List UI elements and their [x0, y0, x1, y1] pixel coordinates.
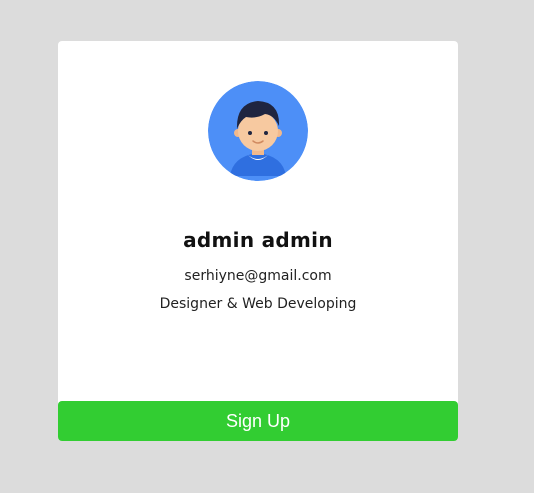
- profile-email: serhiyne@gmail.com: [184, 268, 332, 284]
- profile-card: admin admin serhiyne@gmail.com Designer …: [58, 41, 458, 441]
- user-avatar-icon: [208, 81, 308, 181]
- signup-button[interactable]: Sign Up: [58, 401, 458, 441]
- profile-role: Designer & Web Developing: [159, 296, 357, 312]
- profile-name: admin admin: [183, 228, 333, 252]
